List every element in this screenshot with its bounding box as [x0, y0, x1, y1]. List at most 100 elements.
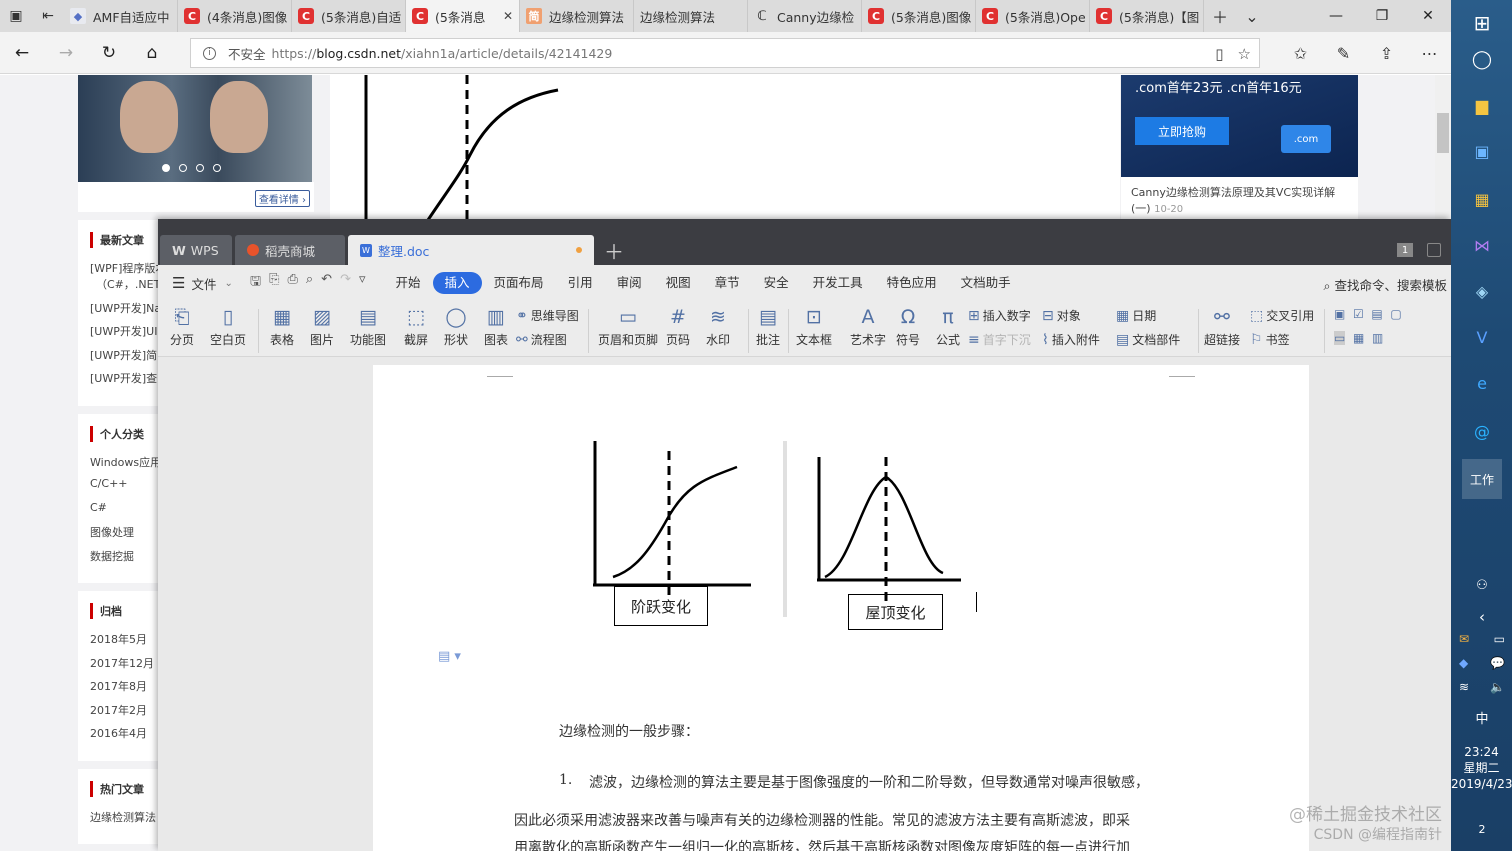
hyperlink-button[interactable]: ⚯ 超链接	[1204, 305, 1240, 348]
visual-studio-icon[interactable]: ⋈	[1469, 232, 1495, 258]
restore-icon[interactable]: ❐	[1359, 0, 1405, 32]
control-panel-icon[interactable]: ▣	[1469, 138, 1495, 164]
dropbox-tray-icon[interactable]: ◆	[1459, 656, 1468, 670]
browser-tab[interactable]: 边缘检测算法	[0, 0, 748, 91]
forward-icon[interactable]: →	[52, 40, 80, 66]
checkbox-field-icon[interactable]: ☑	[1353, 307, 1364, 321]
wifi-icon[interactable]: ≋	[1459, 680, 1469, 694]
page-scrollbar[interactable]	[1435, 75, 1451, 220]
folder-app-icon[interactable]: ▦	[1469, 186, 1495, 212]
reading-view-icon[interactable]: ▯	[1215, 45, 1223, 63]
browser-tab[interactable]: 简 边缘检测算法	[520, 0, 634, 32]
view-code-icon[interactable]: ▥	[1372, 331, 1383, 345]
print-icon[interactable]: ⎙	[287, 272, 297, 294]
site-info-icon[interactable]: i	[203, 46, 216, 60]
object-button[interactable]: ⊟ 对象	[1042, 307, 1081, 324]
back-icon[interactable]: ←	[8, 40, 36, 66]
related-article-card[interactable]: Canny边缘检测算法原理及其VC实现详解 (一) 10-20	[1121, 177, 1358, 221]
header-footer-button[interactable]: ▭ 页眉和页脚	[598, 305, 658, 348]
wps-store-tab[interactable]: 稻壳商城	[235, 235, 345, 265]
show-hidden-icons-chevron[interactable]: ‹	[1469, 604, 1495, 630]
picture-button[interactable]: ▨ 图片	[310, 305, 334, 348]
browser-tab-active[interactable]: C (5条消息 ✕	[406, 0, 520, 32]
command-search[interactable]: ⌕ 查找命令、搜索模板	[1323, 275, 1447, 294]
bookmark-button[interactable]: ⚐ 书签	[1250, 331, 1290, 348]
windows-start-icon[interactable]: ⊞	[1469, 10, 1495, 36]
browser-tab[interactable]: ◆ AMF自适应中	[64, 0, 178, 32]
carousel-dot[interactable]	[179, 164, 187, 172]
menu-tab-home[interactable]: 开始	[384, 272, 433, 294]
battery-icon[interactable]: ▭	[1494, 632, 1505, 646]
volume-icon[interactable]: 🔈	[1490, 680, 1505, 694]
more-icon[interactable]: ⋯	[1408, 40, 1451, 66]
symbol-button[interactable]: Ω 符号	[896, 305, 920, 348]
wps-taskbar-icon[interactable]: 工作	[1462, 459, 1502, 499]
browser-tab[interactable]: C (4条消息)图像	[178, 0, 292, 32]
blank-page-button[interactable]: ▯ 空白页	[210, 305, 246, 348]
document-page[interactable]: 阶跃变化 屋顶变化 边缘检测的一般步骤： 1. 滤波，边缘检测的算法主要是基于图…	[373, 365, 1309, 851]
carousel-dot[interactable]	[196, 164, 204, 172]
people-icon[interactable]: ⚇	[1469, 572, 1495, 598]
wps-new-tab-icon[interactable]: ＋	[604, 236, 624, 265]
file-menu[interactable]: ☰ 文件 ⌄	[158, 274, 248, 293]
ad-banner-image[interactable]	[78, 75, 312, 182]
table-button[interactable]: ▦ 表格	[270, 305, 294, 348]
drop-cap-button[interactable]: ≡ 首字下沉	[968, 331, 1031, 348]
browser-tab[interactable]: C (5条消息)【图	[1090, 0, 1204, 32]
page-number-button[interactable]: # 页码	[666, 305, 690, 348]
browser-tab[interactable]: C (5条消息)Ope	[976, 0, 1090, 32]
mail-client-icon[interactable]: @	[1469, 418, 1495, 444]
word-art-button[interactable]: A 艺术字	[850, 305, 886, 348]
customize-chevron-icon[interactable]: ▿	[359, 272, 366, 294]
design-mode-icon[interactable]: ▭	[1334, 331, 1346, 345]
page-break-button[interactable]: ⎗ 分页	[170, 305, 194, 348]
file-explorer-icon[interactable]: ▆	[1469, 92, 1495, 118]
notification-center-icon[interactable]: 2	[1469, 816, 1495, 842]
redo-icon[interactable]: ↷	[340, 272, 351, 294]
close-window-icon[interactable]: ✕	[1405, 0, 1451, 32]
watermark-button[interactable]: ≋ 水印	[706, 305, 730, 348]
refresh-icon[interactable]: ↻	[95, 40, 123, 66]
mail-tray-icon[interactable]: ✉	[1459, 632, 1469, 646]
comment-button[interactable]: ▤ 批注	[756, 305, 780, 348]
domain-ad-banner[interactable]: .com首年23元 .cn首年16元 立即抢购 .com	[1121, 75, 1358, 177]
screenshot-button[interactable]: ⬚ 截屏	[404, 305, 428, 348]
url-field[interactable]: i 不安全 https://blog.csdn.net/xiahn1a/arti…	[190, 38, 1260, 68]
mind-map-button[interactable]: ⚭ 思维导图	[516, 307, 579, 324]
menu-tab-insert[interactable]: 插入	[432, 272, 482, 294]
flowchart-button[interactable]: ⚯ 流程图	[516, 331, 567, 348]
cortana-icon[interactable]: ◯	[1469, 46, 1495, 72]
favorites-hub-icon[interactable]: ✩	[1279, 40, 1322, 66]
menu-tab-review[interactable]: 审阅	[605, 272, 654, 294]
browser-tab[interactable]: C (5条消息)图像	[862, 0, 976, 32]
doc-parts-button[interactable]: ▤ 文档部件	[1116, 331, 1180, 348]
menu-tab-section[interactable]: 章节	[703, 272, 752, 294]
print-preview-icon[interactable]: ⌕	[306, 272, 313, 294]
properties-icon[interactable]: ▦	[1353, 331, 1364, 345]
formula-button[interactable]: π 公式	[936, 305, 960, 348]
date-button[interactable]: ▦ 日期	[1116, 307, 1156, 324]
function-chart-button[interactable]: ▤ 功能图	[350, 305, 386, 348]
undo-icon[interactable]: ↶	[321, 272, 332, 294]
web-note-icon[interactable]: ✎	[1322, 40, 1365, 66]
menu-tab-security[interactable]: 安全	[752, 272, 801, 294]
format-painter-icon[interactable]: ⎘	[269, 272, 279, 294]
scrollbar-thumb[interactable]	[1437, 113, 1449, 153]
carousel-dot[interactable]	[162, 164, 170, 172]
save-icon[interactable]: 🖫	[250, 272, 261, 294]
tab-preview-chevron-icon[interactable]: ⌄	[1236, 0, 1268, 32]
vs-code-icon[interactable]: V	[1469, 324, 1495, 350]
notes-app-icon[interactable]: ◈	[1469, 278, 1495, 304]
share-icon[interactable]: ⇪	[1365, 40, 1408, 66]
menu-tab-special[interactable]: 特色应用	[875, 272, 949, 294]
tab-manager-icon[interactable]: ▣	[0, 0, 32, 32]
wps-window-count-badge[interactable]: 1	[1397, 243, 1413, 257]
ribbon-extra-tools[interactable]: ▣ ☑ ▤ ▢	[1334, 307, 1402, 321]
ad-detail-button[interactable]: 查看详情 ›	[254, 190, 310, 207]
favorite-star-icon[interactable]: ☆	[1238, 45, 1251, 63]
tabs-aside-icon[interactable]: ⇤	[32, 0, 64, 32]
shapes-button[interactable]: ◯ 形状	[444, 305, 468, 348]
insert-attachment-button[interactable]: ⌇ 插入附件	[1042, 331, 1100, 348]
form-field-icon[interactable]: ▣	[1334, 307, 1345, 321]
buy-now-button[interactable]: 立即抢购	[1135, 117, 1229, 145]
